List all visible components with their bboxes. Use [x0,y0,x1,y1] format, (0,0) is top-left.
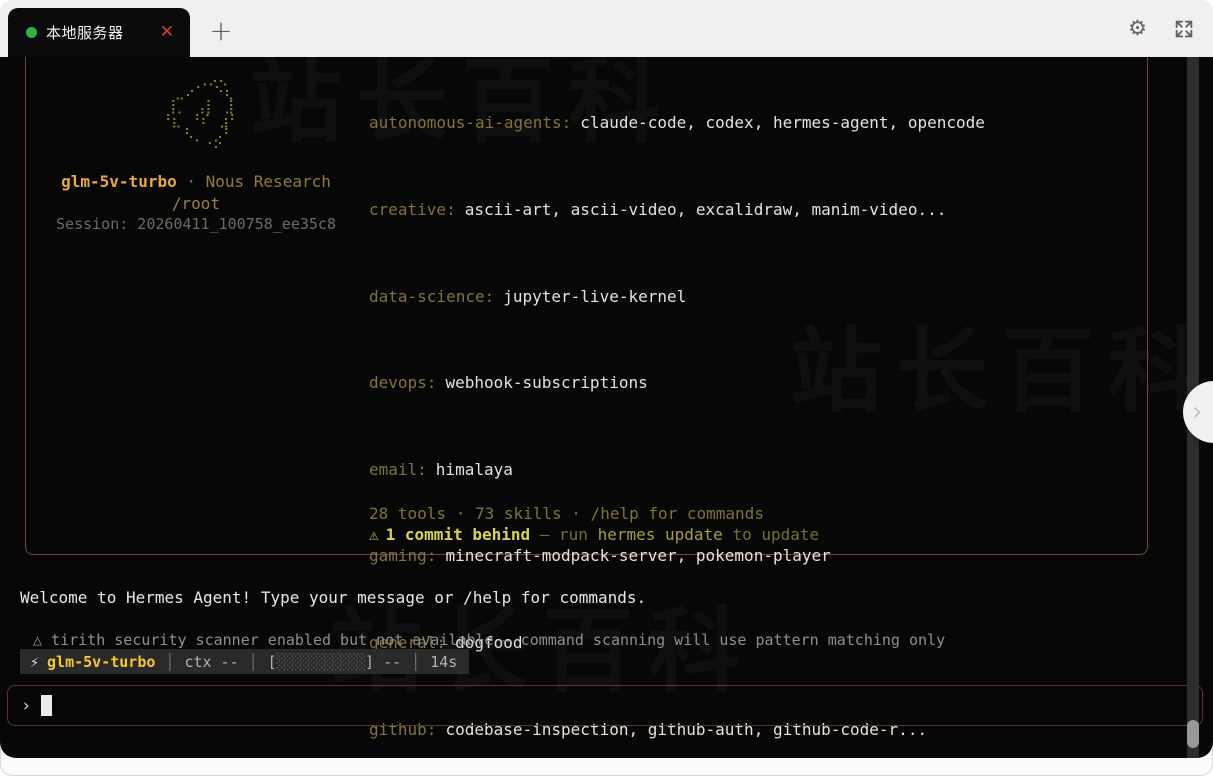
session-id: Session: 20260411_100758_ee35c8 [26,215,366,233]
update-warning: ⚠1 commit behind — run hermes update to … [369,525,819,544]
category-values: minecraft-modpack-server, pokemon-player [445,546,830,565]
chevron-right-icon: › [1192,397,1202,427]
prompt-input[interactable]: › [7,685,1203,726]
category-values: himalaya [436,460,513,479]
category-row: data-science: jupyter-live-kernel [369,286,1062,308]
categories-list: autonomous-ai-agents: claude-code, codex,… [369,69,1062,758]
text-cursor [41,695,52,716]
model-name: glm-5v-turbo [61,172,177,191]
category-row: email: himalaya [369,459,1062,481]
category-values: claude-code, codex, hermes-agent, openco… [580,113,985,132]
fullscreen-icon[interactable] [1173,18,1195,40]
context-progress-bar: [░░░░░░░░░░░] -- [268,653,402,671]
category-label: devops: [369,373,436,392]
tab-status-dot [26,27,37,38]
tab-close-icon[interactable]: ✕ [160,24,174,41]
provider-name: Nous Research [206,172,331,191]
terminal-screen: 站长百科 站长百科 站长百科 ⢀⡠⢄ ⣀⠔⠁ ⠑⢆ ⢸⡀ ⢠⡇ ⣸ ⠘⣆ ⠘⠎ … [0,57,1213,758]
category-label: creative: [369,200,456,219]
scrollbar-thumb[interactable] [1187,720,1199,748]
category-row: autonomous-ai-agents: claude-code, codex,… [369,112,1062,134]
category-values: webhook-subscriptions [445,373,647,392]
ascii-logo: ⢀⡠⢄ ⣀⠔⠁ ⠑⢆ ⢸⡀ ⢠⡇ ⣸ ⠘⣆ ⠘⠎ ⣰⠃ ⠣⡀ ⡠⠃ ⠈⠊ [26,72,366,156]
tab-bar: 本地服务器 ✕ + ⚙ [0,0,1213,57]
settings-gear-icon[interactable]: ⚙ [1128,18,1147,39]
category-values: ascii-art, ascii-video, excalidraw, mani… [465,200,947,219]
commits-behind-text: 1 commit behind [386,525,531,544]
browser-window: 本地服务器 ✕ + ⚙ 站长百科 站长百科 站长百科 ⢀⡠⢄ ⣀⠔⠁ ⠑⢆ ⢸⡀… [0,0,1213,776]
progress-fill: ░░░░░░░░░░░ [277,653,365,671]
new-tab-button[interactable]: + [203,12,239,48]
category-label: gaming: [369,546,436,565]
category-values: jupyter-live-kernel [503,287,686,306]
elapsed-time: 14s [430,653,457,671]
working-directory: /root [26,194,366,213]
model-header: glm-5v-turbo · Nous Research [26,172,366,191]
context-indicator: ctx -- [184,653,238,671]
tab-title: 本地服务器 [46,22,124,43]
status-model-name: glm-5v-turbo [47,653,155,671]
toolbar-actions: ⚙ [1128,0,1195,57]
warning-icon: ⚠ [369,525,379,544]
category-row: devops: webhook-subscriptions [369,372,1062,394]
tools-skills-summary: 28 tools · 73 skills · /help for command… [369,504,764,523]
status-bar: ⚡glm-5v-turbo│ctx --│[░░░░░░░░░░░] --│14… [20,649,469,674]
tab-local-server[interactable]: 本地服务器 ✕ [8,8,190,57]
security-warning: △ tirith security scanner enabled but no… [33,631,945,649]
banner-box: ⢀⡠⢄ ⣀⠔⠁ ⠑⢆ ⢸⡀ ⢠⡇ ⣸ ⠘⣆ ⠘⠎ ⣰⠃ ⠣⡀ ⡠⠃ ⠈⠊ glm… [25,57,1148,555]
welcome-message: Welcome to Hermes Agent! Type your messa… [20,588,646,607]
category-label: autonomous-ai-agents: [369,113,571,132]
category-row: gaming: minecraft-modpack-server, pokemon… [369,545,1062,567]
category-label: email: [369,460,427,479]
separator-dot: · [177,172,206,191]
prompt-chevron: › [21,696,31,716]
category-row: creative: ascii-art, ascii-video, excalid… [369,199,1062,221]
update-command: hermes update [598,525,723,544]
power-icon: ⚡ [30,653,39,671]
category-label: data-science: [369,287,494,306]
